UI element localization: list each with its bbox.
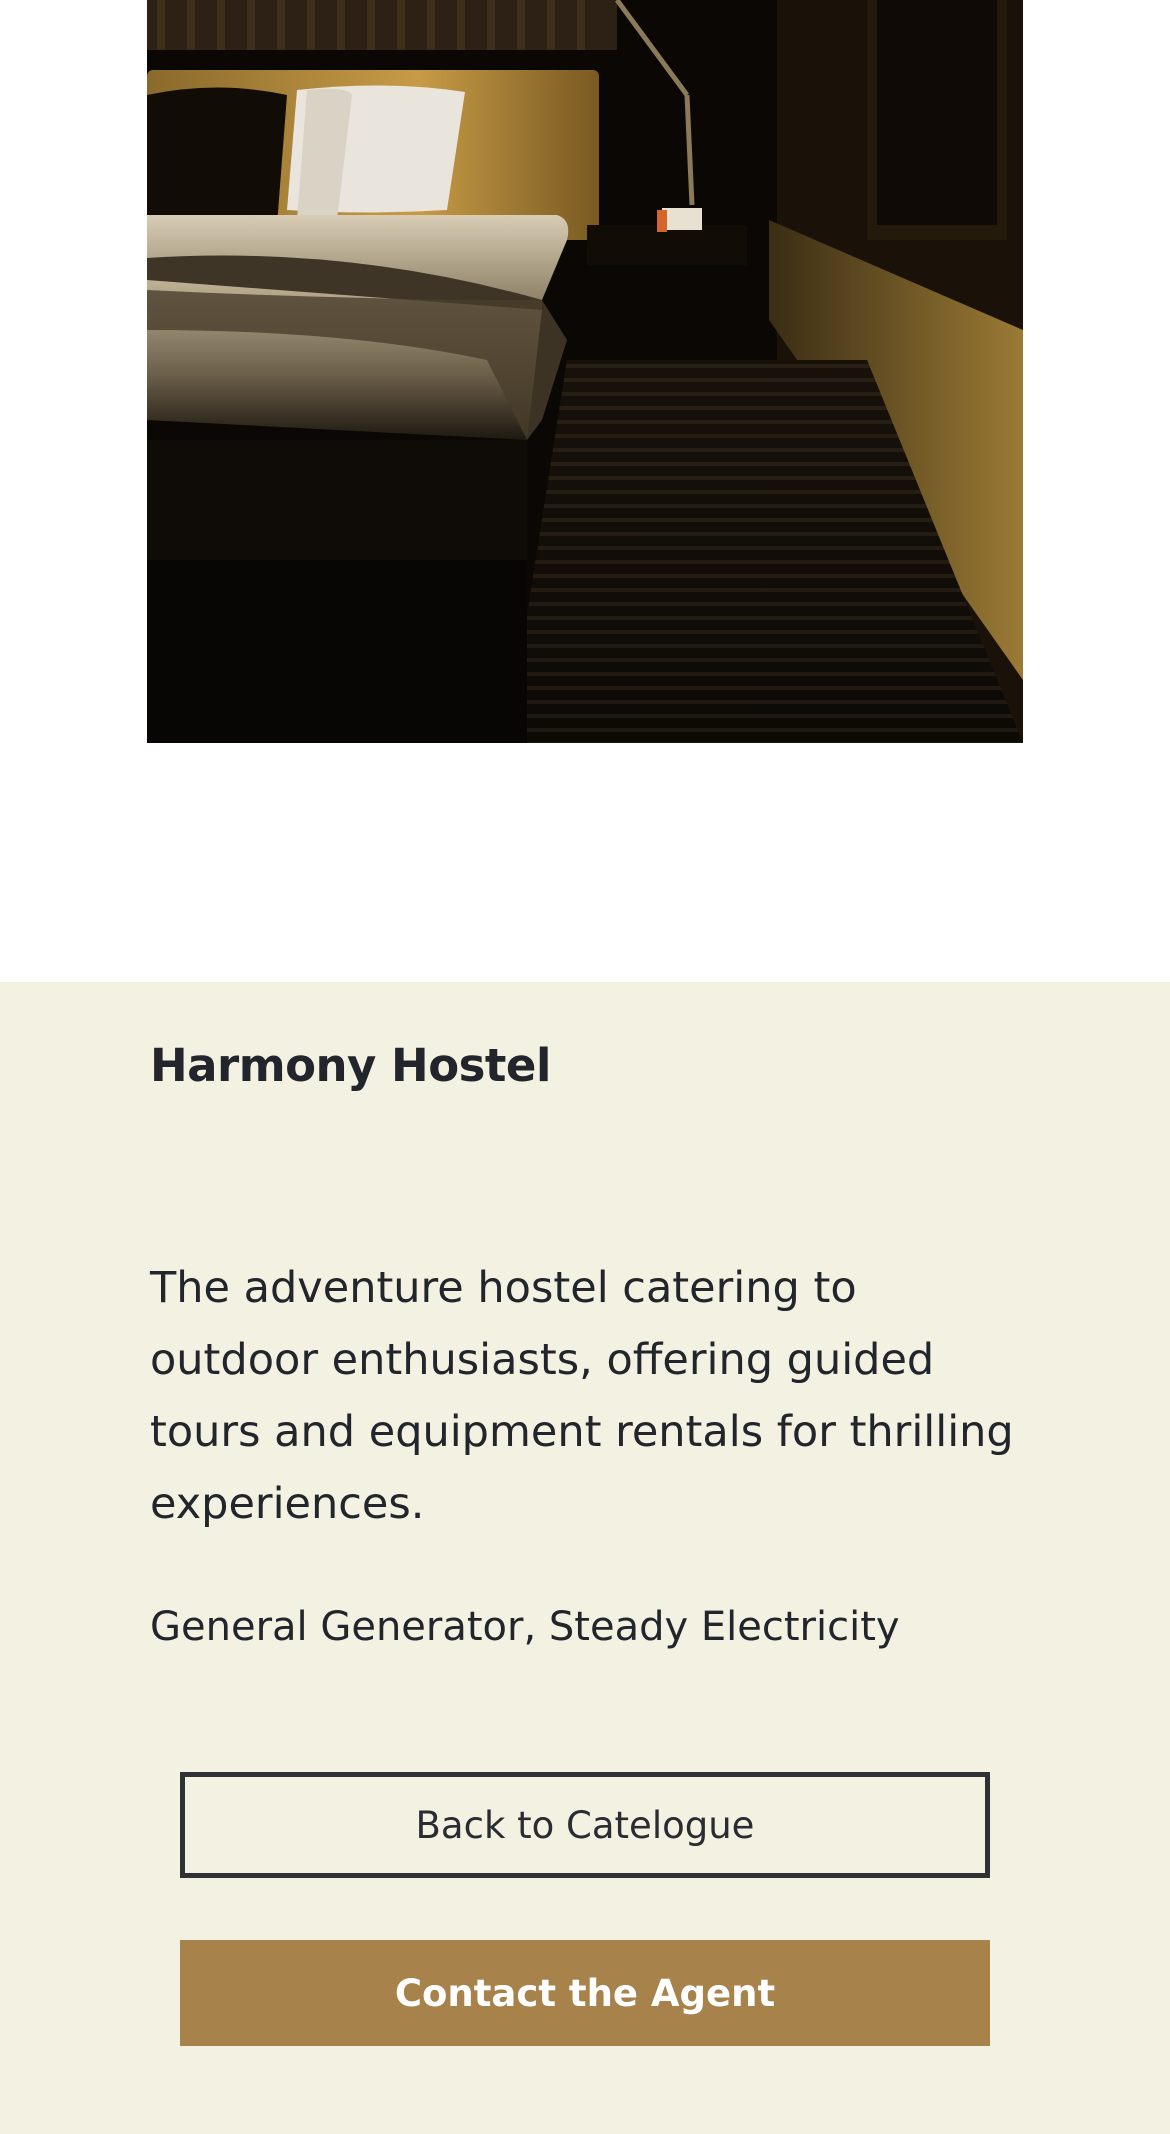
hostel-name: Harmony Hostel (150, 1039, 551, 1092)
contact-agent-button[interactable]: Contact the Agent (180, 1940, 990, 2046)
hostel-amenities: General Generator, Steady Electricity (150, 1604, 900, 1650)
listing-details: Harmony Hostel The adventure hostel cate… (0, 982, 1170, 2134)
hero-section (0, 0, 1170, 982)
back-to-catalogue-button[interactable]: Back to Catelogue (180, 1772, 990, 1878)
hostel-description: The adventure hostel catering to outdoor… (150, 1263, 1014, 1529)
hotel-room-image (147, 0, 1023, 743)
